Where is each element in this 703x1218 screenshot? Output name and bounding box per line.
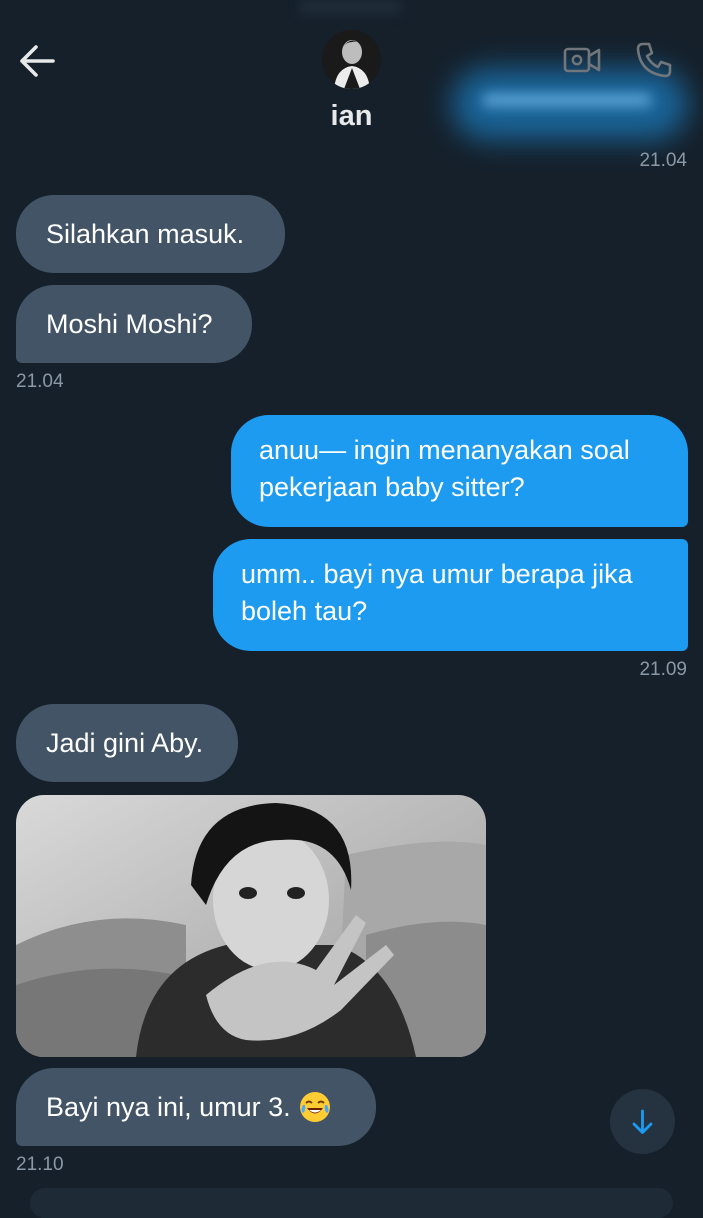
scroll-to-bottom-button[interactable] bbox=[610, 1089, 675, 1154]
message-timestamp: 21.04 bbox=[16, 371, 64, 392]
photo-image bbox=[16, 795, 486, 1057]
outgoing-message-bubble[interactable]: umm.. bayi nya umur berapa jika boleh ta… bbox=[213, 539, 688, 651]
video-call-icon bbox=[563, 47, 601, 73]
incoming-message-bubble[interactable]: Moshi Moshi? bbox=[16, 285, 252, 363]
video-call-button[interactable] bbox=[562, 40, 602, 80]
message-timestamp: 21.04 bbox=[639, 150, 687, 171]
blurred-message-text bbox=[482, 93, 652, 107]
message-timestamp: 21.10 bbox=[16, 1154, 64, 1175]
incoming-message-bubble[interactable]: Bayi nya ini, umur 3. bbox=[16, 1068, 376, 1146]
arrow-left-icon bbox=[20, 45, 55, 77]
photo-message[interactable] bbox=[16, 795, 486, 1057]
outgoing-message-bubble[interactable]: anuu— ingin menanyakan soal pekerjaan ba… bbox=[231, 415, 688, 527]
message-text-line: anuu— ingin menanyakan soal bbox=[259, 435, 630, 465]
arrow-down-icon bbox=[632, 1109, 653, 1134]
message-timestamp: 21.09 bbox=[639, 659, 687, 680]
message-text: Jadi gini Aby. bbox=[46, 727, 204, 758]
phone-call-button[interactable] bbox=[634, 40, 674, 80]
message-composer[interactable] bbox=[30, 1188, 673, 1218]
chat-header: ian bbox=[0, 0, 703, 150]
status-bar-remnant bbox=[300, 0, 400, 14]
message-text: Moshi Moshi? bbox=[46, 308, 213, 339]
incoming-message-bubble[interactable]: Silahkan masuk. bbox=[16, 195, 285, 273]
phone-call-icon bbox=[636, 42, 672, 78]
face-with-tears-of-joy-icon bbox=[299, 1091, 331, 1123]
incoming-message-bubble[interactable]: Jadi gini Aby. bbox=[16, 704, 238, 782]
message-text: Bayi nya ini, umur 3. bbox=[46, 1091, 291, 1122]
message-text-line: boleh tau? bbox=[241, 596, 368, 626]
back-button[interactable] bbox=[18, 42, 58, 80]
contact-avatar[interactable] bbox=[322, 30, 381, 89]
message-text-line: pekerjaan baby sitter? bbox=[259, 472, 525, 502]
message-text: Silahkan masuk. bbox=[46, 218, 245, 249]
message-text-line: umm.. bayi nya umur berapa jika bbox=[241, 559, 633, 589]
